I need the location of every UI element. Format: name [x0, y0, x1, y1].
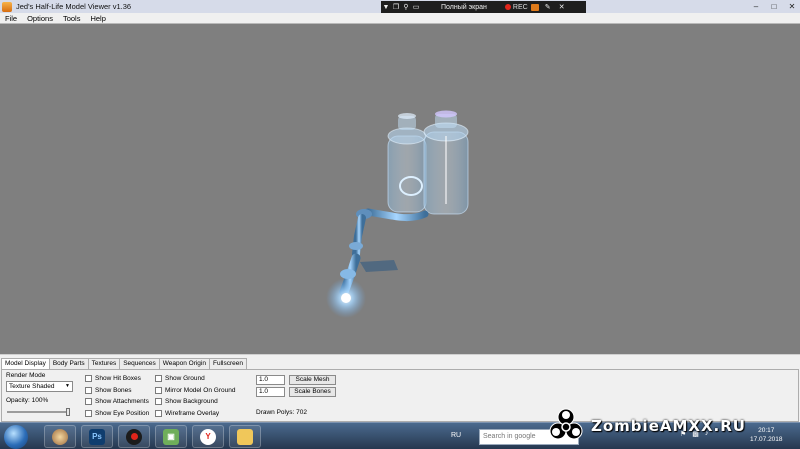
dropdown-icon[interactable]: ▼ [381, 4, 391, 11]
menu-help[interactable]: Help [85, 14, 110, 23]
maximize-button[interactable]: □ [768, 1, 780, 11]
scale-mesh-button[interactable]: Scale Mesh [289, 375, 336, 385]
render-mode-select[interactable]: Texture Shaded ▼ [6, 381, 73, 392]
minimize-button[interactable]: – [750, 1, 762, 11]
chevron-down-icon: ▼ [65, 383, 70, 389]
checkbox-show-attachments[interactable]: Show Attachments [85, 397, 149, 406]
model-viewport[interactable] [0, 24, 800, 354]
render-mode-label: Render Mode [6, 372, 46, 379]
checkbox-mirror-model[interactable]: Mirror Model On Ground [155, 386, 235, 395]
window-controls: – □ ✕ [744, 1, 798, 11]
start-button[interactable] [4, 425, 28, 449]
tab-bar: Model Display Body Parts Textures Sequen… [1, 358, 247, 370]
tab-fullscreen[interactable]: Fullscreen [208, 358, 247, 369]
checkbox[interactable] [85, 409, 92, 417]
checkbox-show-bones[interactable]: Show Bones [85, 386, 132, 395]
region-icon[interactable]: ▭ [411, 3, 421, 11]
taskbar-app-monitor[interactable]: ▣ [155, 425, 187, 448]
photoshop-icon: Ps [89, 428, 105, 445]
language-indicator[interactable]: RU [451, 432, 461, 439]
window-mode-icon[interactable]: ❐ [391, 3, 401, 11]
yandex-browser-icon: Y [200, 428, 216, 445]
record-app-icon [126, 428, 142, 445]
drawn-polys-label: Drawn Polys: 702 [256, 409, 307, 416]
checkbox-label: Show Bones [95, 386, 132, 394]
checkbox-label: Mirror Model On Ground [165, 386, 236, 394]
recorder-toolbar: ▼ ❐ ⚲ ▭ Полный экран REC ✎ ✕ [381, 1, 586, 13]
checkbox[interactable] [85, 386, 92, 394]
checkbox[interactable] [155, 386, 162, 394]
pencil-icon[interactable]: ✎ [543, 3, 553, 11]
checkbox-wireframe-overlay[interactable]: Wireframe Overlay [155, 409, 219, 418]
taskbar-app-recorder[interactable] [118, 425, 150, 448]
menu-options[interactable]: Options [22, 14, 58, 23]
menu-bar: File Options Tools Help [0, 13, 800, 24]
app-icon [2, 1, 12, 12]
watermark-text: ZombieAMXX.RU [591, 417, 746, 435]
tab-weapon-origin[interactable]: Weapon Origin [158, 358, 210, 369]
opacity-slider-thumb[interactable] [66, 408, 70, 416]
biohazard-icon [549, 408, 583, 440]
checkbox-show-hit-boxes[interactable]: Show Hit Boxes [85, 374, 141, 383]
checkbox[interactable] [85, 375, 92, 382]
right-tank [423, 110, 469, 215]
taskbar-app-photoshop[interactable]: Ps [81, 425, 113, 448]
window-title: Jed's Half-Life Model Viewer v1.36 [16, 2, 132, 11]
checkbox-label: Show Eye Position [95, 409, 150, 417]
checkbox-label: Show Background [165, 398, 218, 405]
checkbox[interactable] [155, 409, 162, 417]
watermark: ZombieAMXX.RU [545, 404, 795, 448]
close-button[interactable]: ✕ [786, 1, 798, 11]
checkbox[interactable] [155, 398, 162, 405]
recorder-close-icon[interactable]: ✕ [557, 3, 567, 11]
zoom-icon[interactable]: ⚲ [401, 3, 411, 11]
rec-label[interactable]: REC [513, 4, 528, 11]
checkbox-show-eye-position[interactable]: Show Eye Position [85, 409, 149, 418]
checkbox-label: Show Hit Boxes [95, 375, 141, 382]
camera-icon[interactable] [530, 3, 539, 11]
checkbox-show-background[interactable]: Show Background [155, 397, 218, 406]
taskbar-app-yandex[interactable]: Y [192, 425, 224, 448]
render-mode-value: Texture Shaded [9, 383, 55, 390]
tab-body-parts[interactable]: Body Parts [48, 358, 89, 369]
opacity-slider-track[interactable] [7, 411, 70, 413]
checkbox-label: Show Ground [165, 375, 205, 382]
checkbox-show-ground[interactable]: Show Ground [155, 374, 205, 383]
monitor-icon: ▣ [163, 428, 179, 445]
checkbox-label: Wireframe Overlay [165, 409, 220, 417]
menu-tools[interactable]: Tools [58, 14, 86, 23]
tab-textures[interactable]: Textures [87, 358, 121, 369]
opacity-label: Opacity: 100% [6, 397, 49, 404]
checkbox[interactable] [85, 398, 92, 405]
tab-sequences[interactable]: Sequences [119, 358, 160, 369]
left-tank [387, 113, 427, 213]
taskbar-app-folder[interactable] [229, 425, 261, 448]
taskbar-app-explorer[interactable] [44, 425, 76, 448]
fullscreen-label[interactable]: Полный экран [441, 4, 487, 11]
record-icon[interactable] [504, 4, 511, 10]
scale-bones-input[interactable]: 1.0 [256, 387, 285, 397]
weapon-model-render [326, 110, 469, 318]
user-avatar-icon [52, 428, 68, 445]
scale-mesh-input[interactable]: 1.0 [256, 375, 285, 385]
scale-bones-button[interactable]: Scale Bones [289, 387, 336, 397]
folder-icon [237, 428, 253, 445]
checkbox[interactable] [155, 375, 162, 382]
menu-file[interactable]: File [0, 14, 22, 23]
model-viewer-app: Jed's Half-Life Model Viewer v1.36 – □ ✕… [0, 0, 800, 449]
checkbox-label: Show Attachments [95, 398, 149, 405]
